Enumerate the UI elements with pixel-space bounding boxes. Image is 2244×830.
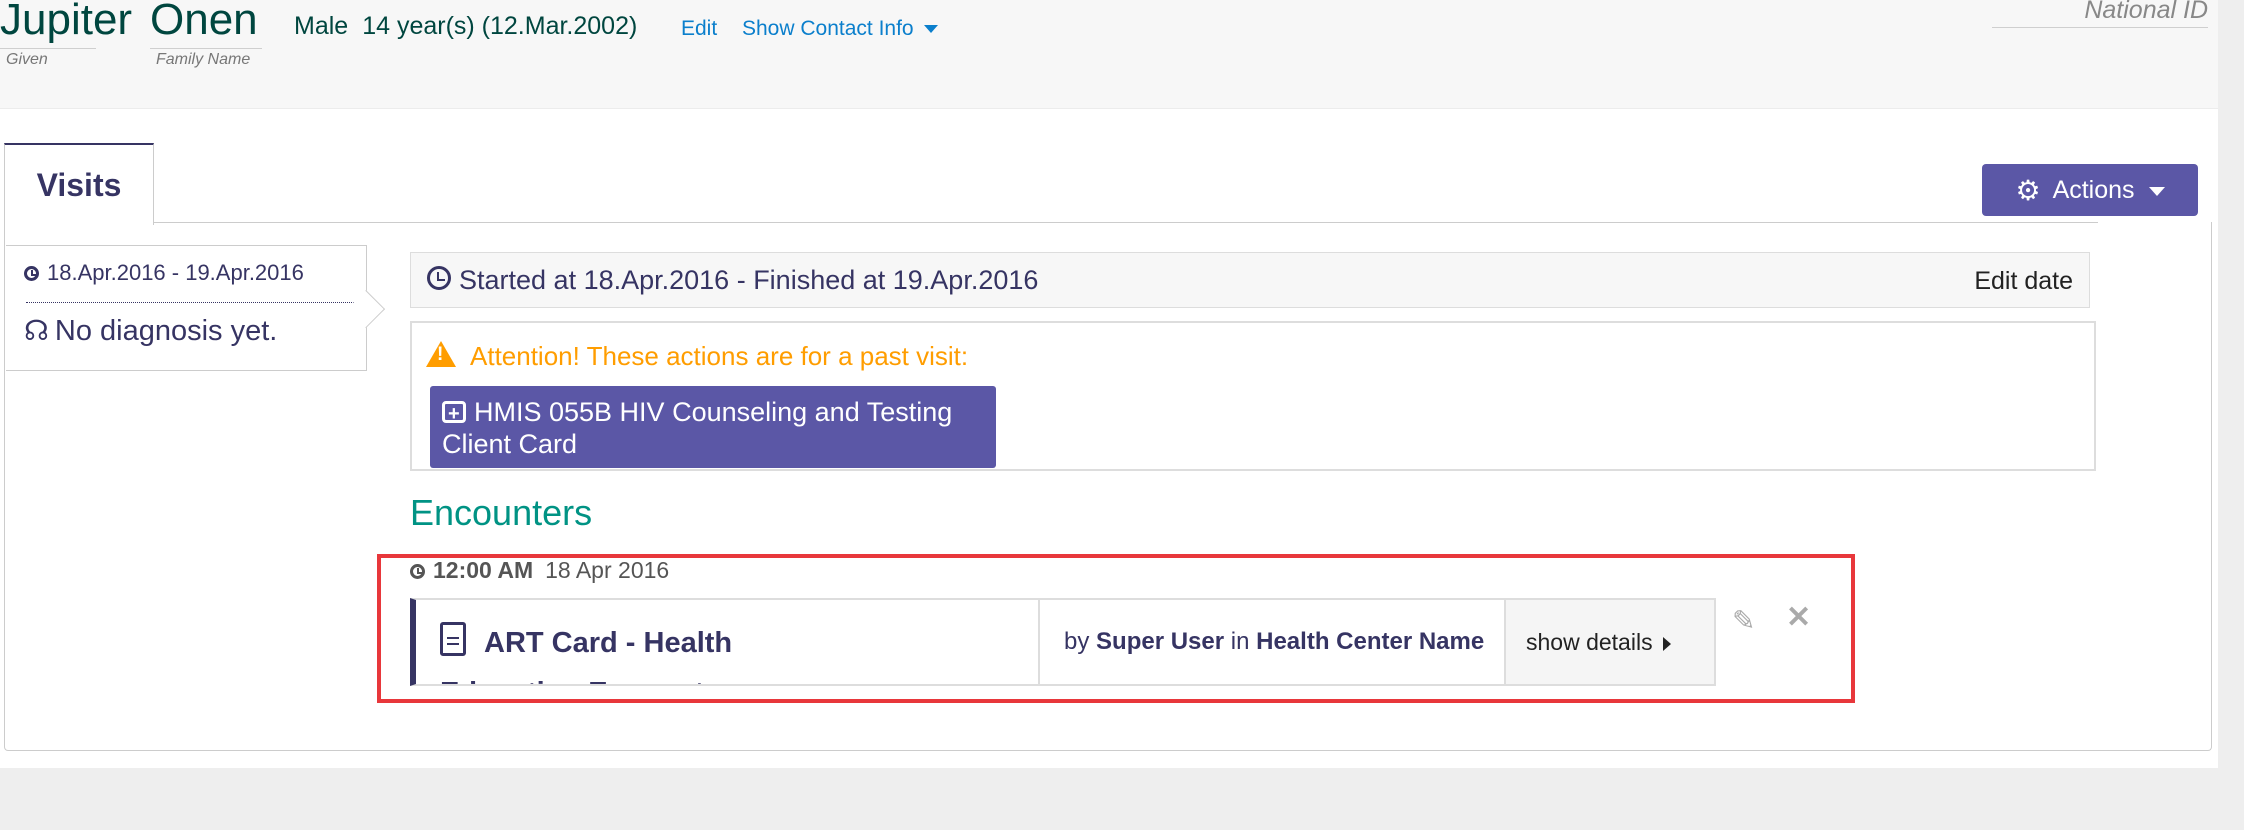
patient-demographics: Male 14 year(s) (12.Mar.2002) <box>294 12 651 41</box>
gear-icon: ⚙ <box>2015 175 2041 206</box>
visit-started-bar: Started at 18.Apr.2016 - Finished at 19.… <box>410 252 2090 308</box>
actions-label: Actions <box>2052 176 2135 204</box>
started-finished-text: Started at 18.Apr.2016 - Finished at 19.… <box>459 265 1039 295</box>
actions-button[interactable]: ⚙ Actions <box>1982 164 2198 216</box>
encounters-heading: Encounters <box>410 492 593 533</box>
medkit-icon <box>442 398 466 430</box>
caret-down-icon <box>2148 186 2165 196</box>
given-name-block: Jupiter Given <box>0 0 133 69</box>
caret-down-icon <box>923 25 938 34</box>
clock-icon <box>427 266 451 290</box>
attention-message: Attention! These actions are for a past … <box>426 341 968 372</box>
clock-icon <box>24 266 39 281</box>
national-id-label: National ID <box>1992 0 2208 28</box>
age: 14 year(s) (12.Mar.2002) <box>362 12 638 40</box>
diagnosis-text: No diagnosis yet. <box>54 315 278 347</box>
edit-date-link[interactable]: Edit date <box>1974 267 2073 296</box>
warning-icon <box>426 341 456 367</box>
show-contact-info-label: Show Contact Info <box>742 17 914 40</box>
page: Jupiter Given Onen Family Name Male 14 ye… <box>0 0 2218 768</box>
show-contact-info-link[interactable]: Show Contact Info <box>742 17 938 41</box>
family-name-block: Onen Family Name <box>150 0 262 69</box>
attention-text: Attention! These actions are for a past … <box>470 341 969 371</box>
visit-dates: 18.Apr.2016 - 19.Apr.2016 <box>24 260 304 286</box>
past-visit-actions-box: Attention! These actions are for a past … <box>410 321 2096 471</box>
form-button-label: HMIS 055B HIV Counseling and Testing Cli… <box>442 397 953 459</box>
gender: Male <box>294 12 349 40</box>
patient-header: Jupiter Given Onen Family Name Male 14 ye… <box>0 0 2218 109</box>
given-name: Jupiter <box>0 0 133 44</box>
edit-patient-link[interactable]: Edit <box>681 17 717 41</box>
visit-diagnosis: ☊ No diagnosis yet. <box>24 314 277 348</box>
stethoscope-icon: ☊ <box>24 315 49 346</box>
visit-list-item[interactable]: 18.Apr.2016 - 19.Apr.2016 ☊ No diagnosis … <box>6 245 367 371</box>
family-label: Family Name <box>156 51 251 68</box>
tab-visits[interactable]: Visits <box>4 143 154 225</box>
family-name: Onen <box>150 0 258 44</box>
hiv-counseling-form-button[interactable]: HMIS 055B HIV Counseling and Testing Cli… <box>430 386 996 468</box>
highlight-box <box>377 554 1855 703</box>
given-label: Given <box>6 51 48 68</box>
visit-started-finished: Started at 18.Apr.2016 - Finished at 19.… <box>427 265 1038 296</box>
visit-dates-text: 18.Apr.2016 - 19.Apr.2016 <box>47 260 304 285</box>
